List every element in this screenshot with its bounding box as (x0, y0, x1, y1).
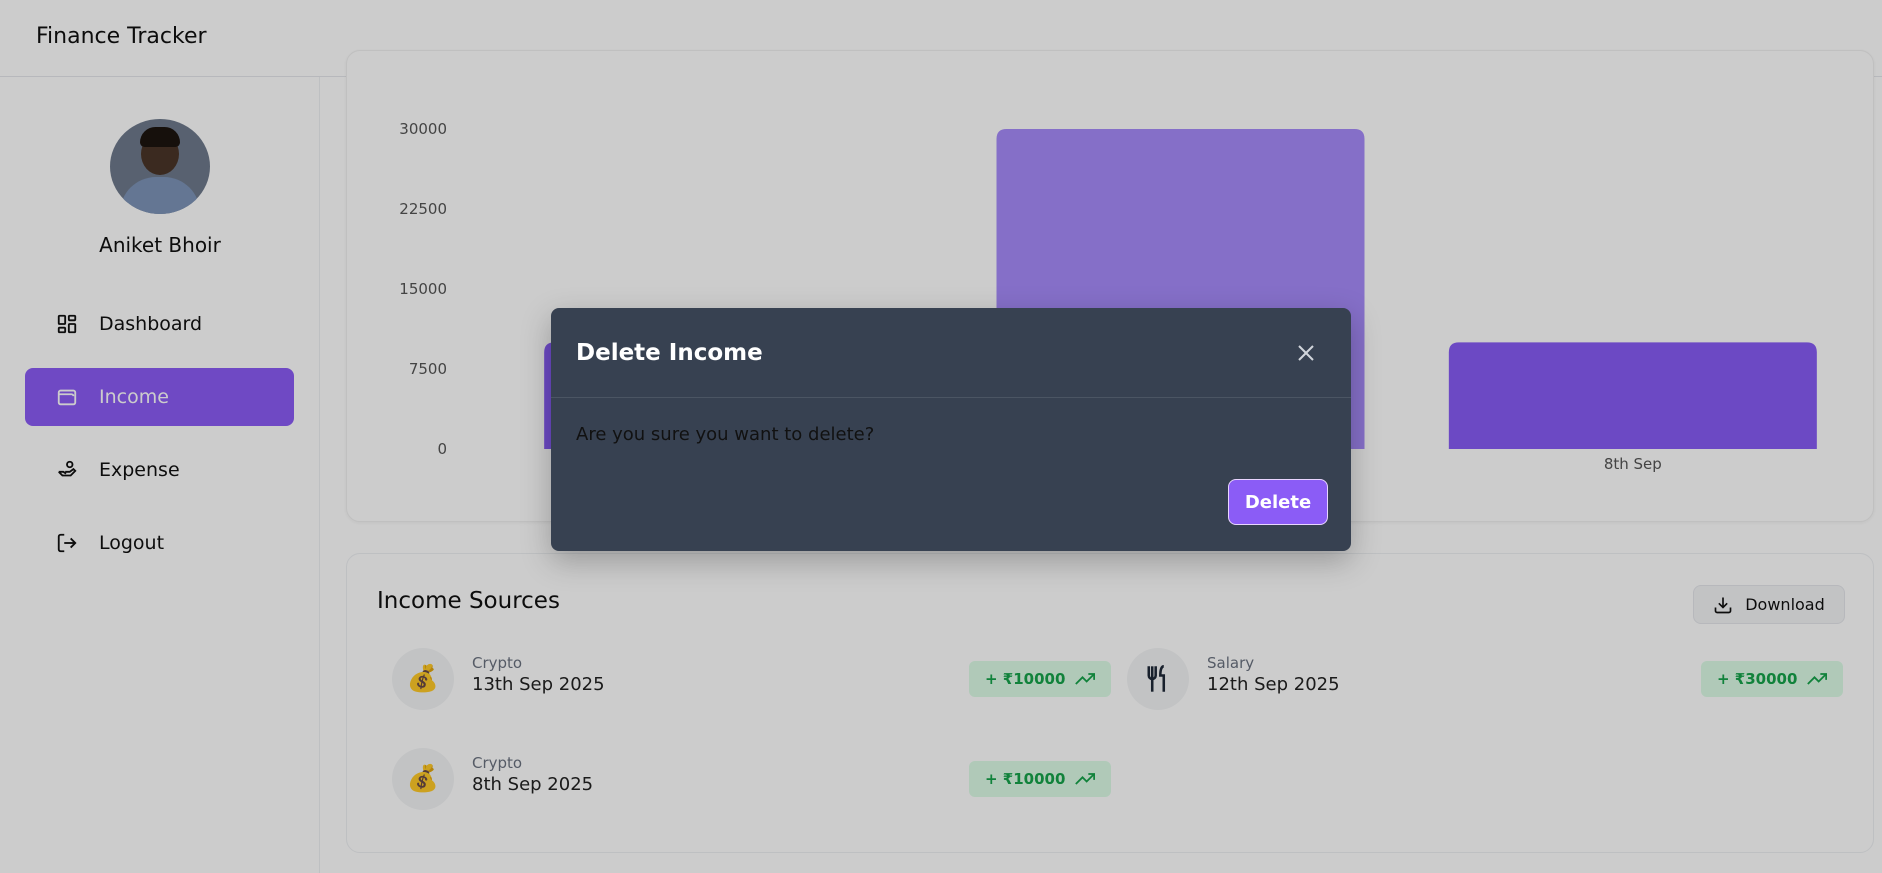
close-button[interactable] (1291, 338, 1321, 368)
modal-title: Delete Income (576, 340, 763, 366)
delete-button[interactable]: Delete (1228, 479, 1328, 525)
modal-message: Are you sure you want to delete? (576, 424, 875, 445)
modal-divider (551, 397, 1351, 398)
delete-income-modal: Delete Income Are you sure you want to d… (551, 308, 1351, 551)
close-icon (1298, 345, 1314, 361)
